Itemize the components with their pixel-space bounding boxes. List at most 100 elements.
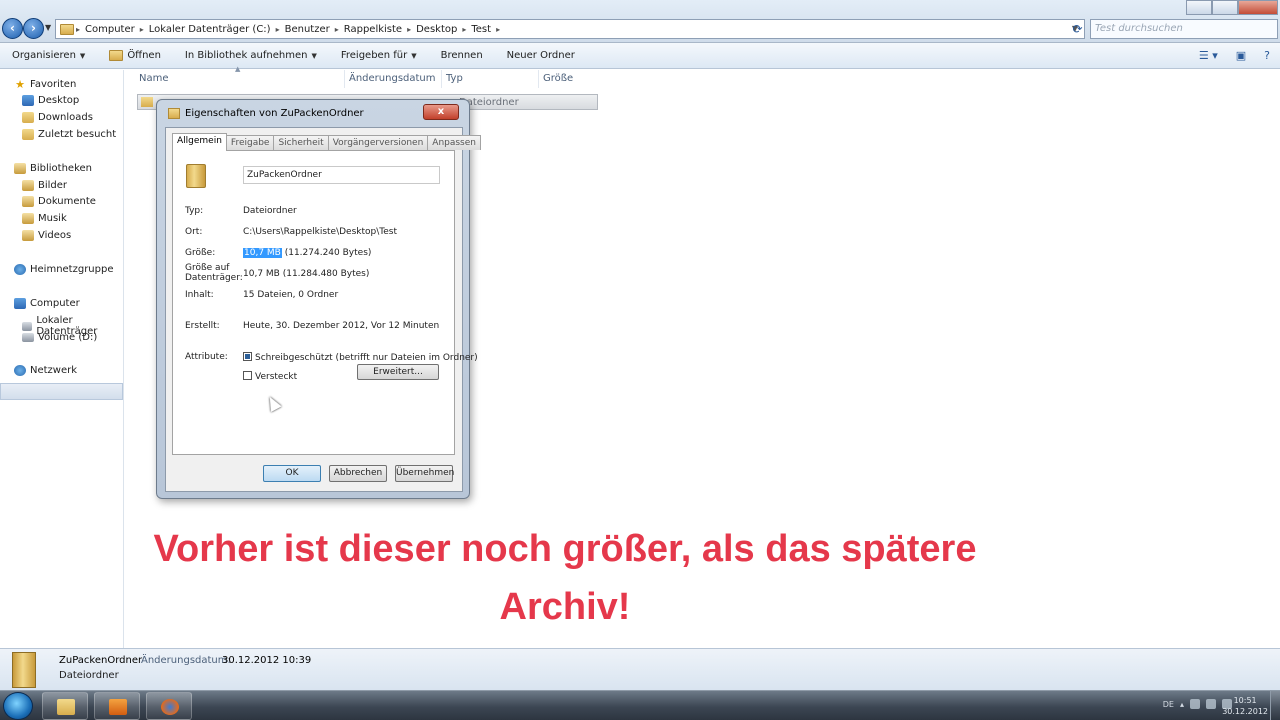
nav-label: Downloads bbox=[38, 112, 93, 123]
details-file-name: ZuPackenOrdner bbox=[59, 655, 143, 666]
chevron-right-icon[interactable]: ▸ bbox=[335, 25, 339, 34]
clock[interactable]: 10:51 30.12.2012 bbox=[1222, 695, 1268, 717]
readonly-checkbox[interactable]: Schreibgeschützt (betrifft nur Dateien i… bbox=[243, 352, 478, 363]
folder-name-field[interactable]: ZuPackenOrdner bbox=[243, 166, 440, 184]
properties-dialog: Eigenschaften von ZuPackenOrdner x Allge… bbox=[156, 99, 481, 499]
new-folder-button[interactable]: Neuer Ordner bbox=[495, 50, 587, 61]
show-desktop-button[interactable] bbox=[1270, 691, 1280, 720]
music-icon bbox=[22, 213, 34, 224]
recent-pages-dropdown-icon[interactable]: ▼ bbox=[45, 23, 51, 32]
downloads-icon bbox=[22, 112, 34, 123]
size-on-disk-label: Größe auf Datenträger: bbox=[185, 263, 243, 283]
show-hidden-icons-icon[interactable]: ▴ bbox=[1180, 700, 1184, 709]
column-header-modified[interactable]: Änderungsdatum bbox=[349, 73, 436, 84]
nav-network[interactable]: Netzwerk bbox=[14, 365, 77, 376]
organize-button[interactable]: Organisieren ▼ bbox=[0, 50, 97, 61]
nav-music[interactable]: Musik bbox=[22, 213, 67, 224]
help-icon[interactable]: ? bbox=[1264, 49, 1270, 62]
taskbar-explorer[interactable] bbox=[42, 692, 88, 720]
nav-label: Heimnetzgruppe bbox=[30, 264, 114, 275]
breadcrumb-users[interactable]: Benutzer bbox=[285, 24, 330, 35]
ok-button[interactable]: OK bbox=[263, 465, 321, 482]
chevron-right-icon[interactable]: ▸ bbox=[462, 25, 466, 34]
breadcrumb-computer[interactable]: Computer bbox=[85, 24, 135, 35]
preview-pane-icon[interactable]: ▣ bbox=[1236, 49, 1246, 62]
location-value: C:\Users\Rappelkiste\Desktop\Test bbox=[243, 227, 397, 237]
nav-recent[interactable]: Zuletzt besucht bbox=[22, 129, 116, 140]
cancel-button[interactable]: Abbrechen bbox=[329, 465, 387, 482]
chevron-right-icon[interactable]: ▸ bbox=[496, 25, 500, 34]
forward-button[interactable]: › bbox=[23, 18, 44, 39]
tab-previous-versions[interactable]: Vorgängerversionen bbox=[327, 135, 429, 150]
tab-sharing[interactable]: Freigabe bbox=[225, 135, 275, 150]
maximize-button[interactable] bbox=[1212, 0, 1238, 15]
breadcrumb-drive[interactable]: Lokaler Datenträger (C:) bbox=[149, 24, 271, 35]
folder-large-icon bbox=[186, 164, 206, 188]
action-center-icon[interactable] bbox=[1190, 699, 1200, 709]
language-indicator[interactable]: DE bbox=[1163, 700, 1174, 709]
include-library-button[interactable]: In Bibliothek aufnehmen ▼ bbox=[173, 50, 329, 61]
advanced-button[interactable]: Erweitert... bbox=[357, 364, 439, 380]
column-divider[interactable] bbox=[441, 70, 442, 88]
burn-button[interactable]: Brennen bbox=[429, 50, 495, 61]
column-divider[interactable] bbox=[344, 70, 345, 88]
tab-security[interactable]: Sicherheit bbox=[273, 135, 329, 150]
chevron-right-icon[interactable]: ▸ bbox=[407, 25, 411, 34]
view-options-icon[interactable]: ☰ ▾ bbox=[1199, 49, 1218, 62]
breadcrumb-test[interactable]: Test bbox=[471, 24, 491, 35]
nav-downloads[interactable]: Downloads bbox=[22, 112, 93, 123]
nav-favorites[interactable]: ★ Favoriten bbox=[14, 79, 76, 90]
recent-places-icon bbox=[22, 129, 34, 140]
taskbar-firefox[interactable] bbox=[146, 692, 192, 720]
column-header-type[interactable]: Typ bbox=[446, 73, 463, 84]
start-button[interactable] bbox=[3, 692, 33, 720]
dialog-close-button[interactable]: x bbox=[423, 104, 459, 120]
chevron-right-icon[interactable]: ▸ bbox=[140, 25, 144, 34]
video-caption: Vorher ist dieser noch größer, als das s… bbox=[90, 520, 1040, 636]
minimize-button[interactable] bbox=[1186, 0, 1212, 15]
chevron-down-icon: ▼ bbox=[79, 51, 86, 60]
back-button[interactable]: ‹ bbox=[2, 18, 23, 39]
share-button[interactable]: Freigeben für ▼ bbox=[329, 50, 429, 61]
breadcrumb-user[interactable]: Rappelkiste bbox=[344, 24, 402, 35]
chevron-right-icon[interactable]: ▸ bbox=[276, 25, 280, 34]
nav-documents[interactable]: Dokumente bbox=[22, 196, 96, 207]
nav-libraries[interactable]: Bibliotheken bbox=[14, 163, 92, 174]
nav-volume-d[interactable]: Volume (D:) bbox=[22, 332, 97, 343]
size-bytes: (11.274.240 Bytes) bbox=[284, 248, 372, 258]
nav-pictures[interactable]: Bilder bbox=[22, 180, 67, 191]
column-header-size[interactable]: Größe bbox=[543, 73, 573, 84]
checkbox-indeterminate-icon[interactable] bbox=[243, 352, 252, 361]
tab-general[interactable]: Allgemein bbox=[172, 133, 227, 151]
chevron-right-icon[interactable]: ▸ bbox=[76, 25, 80, 34]
search-input[interactable]: Test durchsuchen bbox=[1090, 19, 1278, 39]
folder-icon bbox=[141, 97, 153, 107]
refresh-icon[interactable]: ⟳ bbox=[1068, 19, 1087, 39]
taskbar-media-player[interactable] bbox=[94, 692, 140, 720]
column-header-name[interactable]: Name bbox=[139, 73, 169, 84]
apply-button[interactable]: Übernehmen bbox=[395, 465, 454, 482]
nav-videos[interactable]: Videos bbox=[22, 230, 71, 241]
size-value: 10,7 MB (11.274.240 Bytes) bbox=[243, 248, 371, 258]
network-icon bbox=[14, 365, 26, 376]
tab-customize[interactable]: Anpassen bbox=[427, 135, 481, 150]
column-divider[interactable] bbox=[538, 70, 539, 88]
network-signal-icon[interactable] bbox=[1206, 699, 1216, 709]
checkbox-icon[interactable] bbox=[243, 371, 252, 380]
star-icon: ★ bbox=[15, 78, 25, 91]
size-on-disk-label-2: Datenträger: bbox=[185, 273, 243, 283]
close-button[interactable] bbox=[1238, 0, 1278, 15]
open-button[interactable]: Öffnen bbox=[97, 50, 173, 61]
nav-label: Desktop bbox=[38, 95, 80, 106]
nav-desktop[interactable]: Desktop bbox=[22, 95, 79, 106]
hidden-label: Versteckt bbox=[255, 372, 298, 382]
divider bbox=[185, 310, 440, 311]
nav-computer[interactable]: Computer bbox=[14, 298, 80, 309]
created-label: Erstellt: bbox=[185, 321, 220, 331]
explorer-icon bbox=[57, 699, 75, 715]
nav-homegroup[interactable]: Heimnetzgruppe bbox=[14, 264, 114, 275]
address-field[interactable]: ▸ Computer ▸ Lokaler Datenträger (C:) ▸ … bbox=[55, 19, 1085, 39]
videos-icon bbox=[22, 230, 34, 241]
hidden-checkbox[interactable]: Versteckt bbox=[243, 371, 297, 382]
breadcrumb-desktop[interactable]: Desktop bbox=[416, 24, 457, 35]
